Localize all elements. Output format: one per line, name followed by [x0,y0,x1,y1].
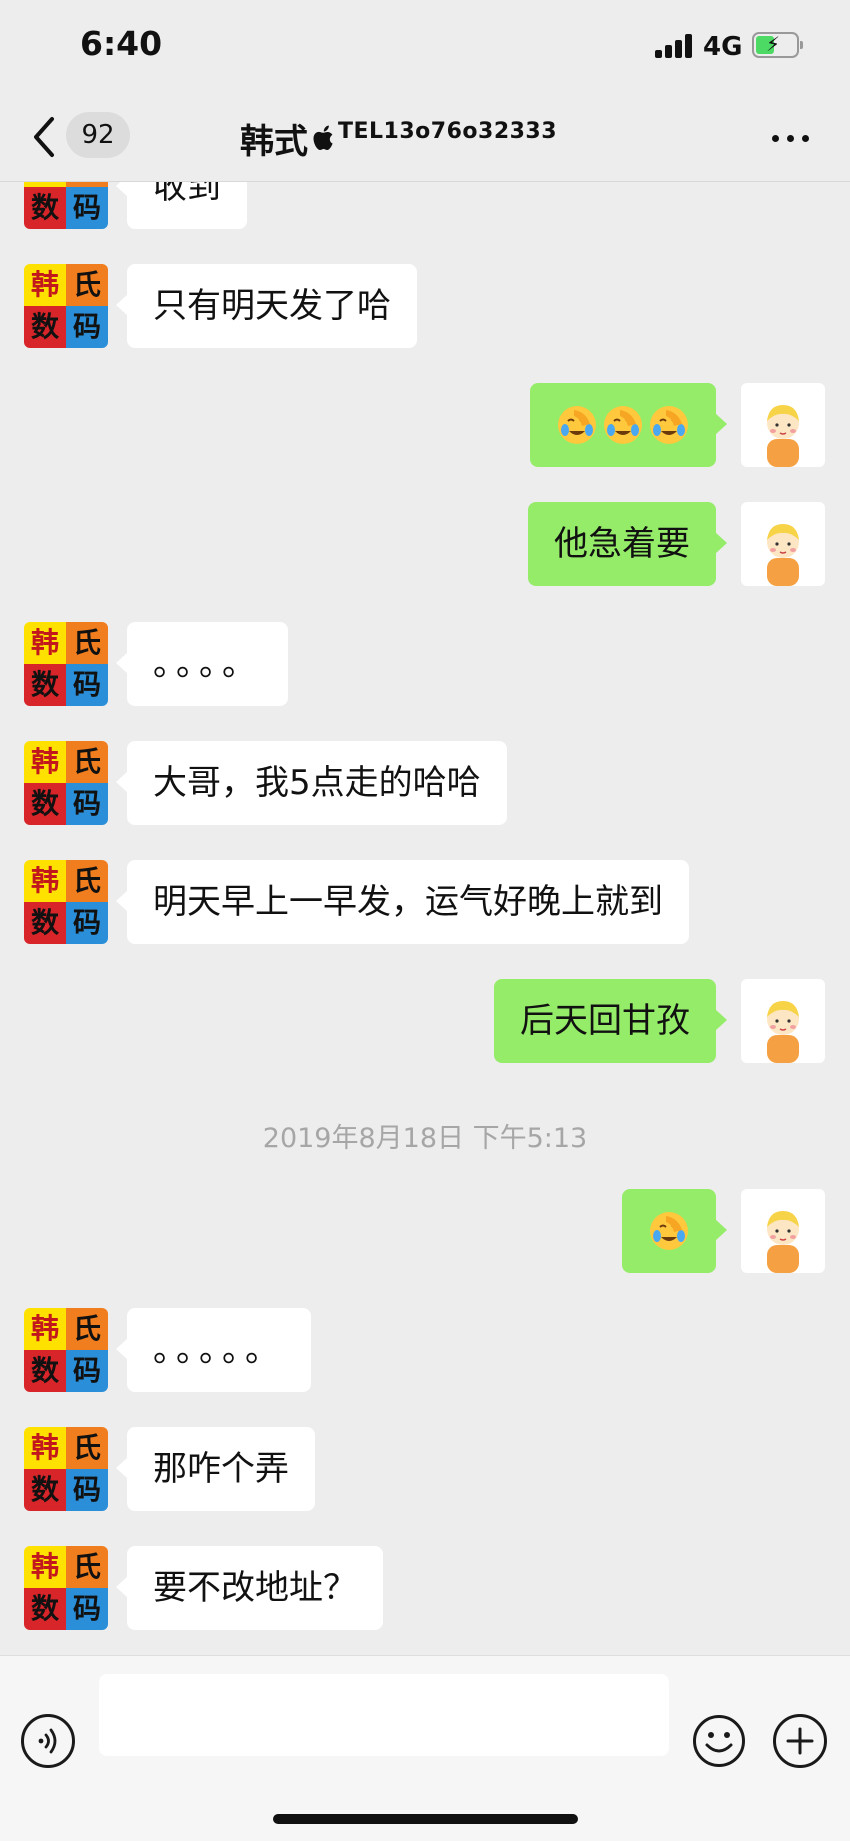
plus-icon[interactable] [773,1714,827,1768]
message-outgoing [0,1189,850,1273]
network-type: 4G [703,32,743,62]
message-incoming: 韩氏 数码 那咋个弄 [0,1427,850,1511]
my-avatar[interactable] [741,979,825,1063]
message-incoming: 韩氏 数码 。。。。 [0,622,850,706]
facepalm-emoji [558,406,596,444]
facepalm-emoji [650,1212,688,1250]
signal-icon [655,34,692,58]
shop-avatar[interactable]: 韩氏 数码 [24,860,108,944]
message-bubble[interactable] [622,1189,727,1273]
chat-title: 韩式 TEL13o76o32333 [240,115,558,162]
message-bubble[interactable]: 。。。。 [116,622,288,706]
my-avatar[interactable] [741,502,825,586]
shop-avatar[interactable]: 韩氏 数码 [24,1546,108,1630]
facepalm-emoji [650,406,688,444]
shop-avatar[interactable]: 韩氏 数码 [24,741,108,825]
status-time: 6:40 [80,24,163,63]
unread-count-badge[interactable]: 92 [66,112,130,158]
voice-icon[interactable] [21,1714,75,1768]
message-bubble[interactable]: 大哥，我5点走的哈哈 [116,741,507,825]
my-avatar[interactable] [741,383,825,467]
more-dots-icon[interactable] [772,133,812,143]
message-bubble[interactable]: 。。。。。 [116,1308,311,1392]
message-incoming: 韩氏 数码 明天早上一早发，运气好晚上就到 [0,860,850,944]
message-incoming: 韩氏 数码 大哥，我5点走的哈哈 [0,741,850,825]
message-outgoing: 后天回甘孜 [0,979,850,1063]
message-bubble[interactable]: 只有明天发了哈 [116,264,417,348]
message-bubble[interactable]: 他急着要 [528,502,727,586]
shop-avatar[interactable]: 韩氏 数码 [24,1308,108,1392]
apple-icon [313,125,333,150]
facepalm-emoji [604,406,642,444]
message-incoming: 韩氏 数码 要不改地址？ [0,1546,850,1630]
chevron-left-icon[interactable] [30,113,60,161]
message-bubble[interactable]: 后天回甘孜 [494,979,727,1063]
message-bubble[interactable] [530,383,727,467]
message-timestamp: 2019年8月18日 下午5:13 [262,1123,588,1154]
emoji-icon[interactable] [692,1714,746,1768]
message-outgoing: 他急着要 [0,502,850,586]
battery-icon: ⚡ [752,32,803,58]
shop-avatar[interactable]: 韩氏 数码 [24,1427,108,1511]
message-outgoing [0,383,850,467]
input-bar [0,1655,850,1841]
contact-tel: TEL13o76o32333 [338,118,558,144]
message-bubble[interactable]: 那咋个弄 [116,1427,315,1511]
contact-name: 韩式 [240,121,308,162]
status-bar: 6:40 4G ⚡ [0,0,850,95]
message-bubble[interactable]: 要不改地址？ [116,1546,383,1630]
chat-header: 92 韩式 TEL13o76o32333 [0,95,850,182]
home-indicator[interactable] [273,1814,578,1824]
shop-avatar[interactable]: 韩氏 数码 [24,264,108,348]
shop-avatar[interactable]: 韩氏 数码 [24,622,108,706]
message-incoming: 韩氏 数码 。。。。。 [0,1308,850,1392]
message-bubble[interactable]: 收到 [116,182,247,229]
shop-avatar[interactable]: 韩氏 数码 [24,182,108,229]
message-input[interactable] [99,1674,669,1756]
message-incoming: 韩氏 数码 只有明天发了哈 [0,264,850,348]
message-incoming: 韩氏 数码 收到 [0,182,850,229]
message-list[interactable]: 韩氏 数码 收到 韩氏 数码 只有明天发了哈 他急着要 [0,182,850,1654]
my-avatar[interactable] [741,1189,825,1273]
message-bubble[interactable]: 明天早上一早发，运气好晚上就到 [116,860,689,944]
